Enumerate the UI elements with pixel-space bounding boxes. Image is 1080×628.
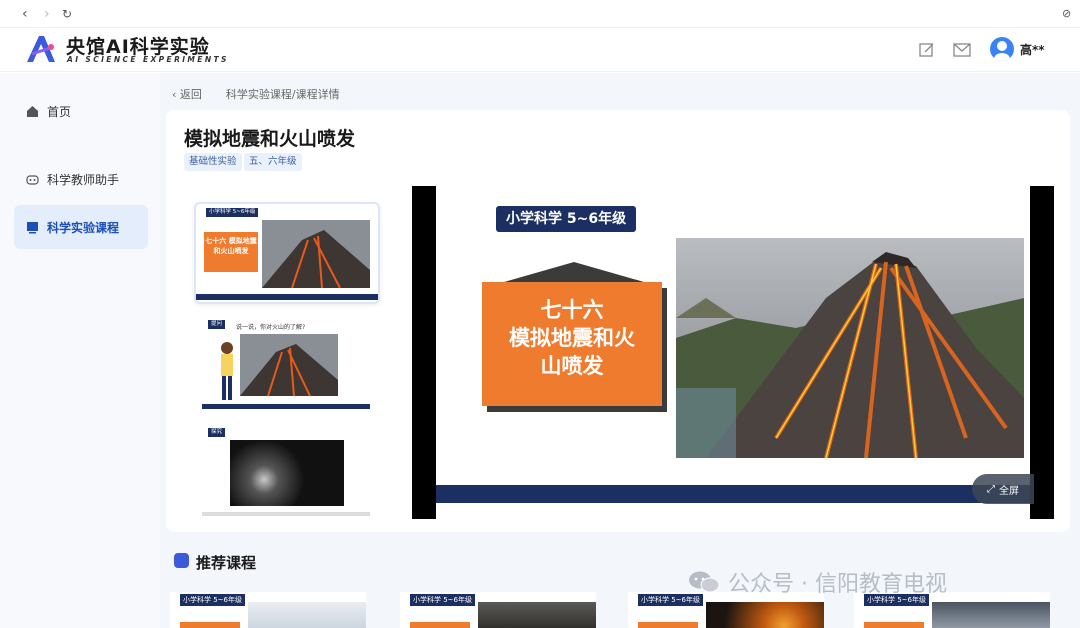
fullscreen-button[interactable]: ⤢ 全屏 — [972, 474, 1034, 504]
tag-badge: 基础性实验 — [184, 153, 242, 171]
extension-icon[interactable]: ⊘ — [1062, 7, 1071, 20]
sidebar-item-label: 科学实验课程 — [47, 220, 120, 235]
card-image — [932, 602, 1050, 628]
fullscreen-label: 全屏 — [999, 485, 1019, 497]
slide-thumbnail-1[interactable]: 小学科学 5~6年级 七十六 模拟地震和火山喷发 — [194, 202, 380, 304]
card-image — [248, 602, 366, 628]
recommended-course-card[interactable]: 小学科学 5~6年级 — [170, 592, 366, 628]
tag-badge: 五、六年级 — [244, 153, 302, 171]
wechat-icon — [689, 571, 720, 593]
slide-content: 小学科学 5~6年级 七十六 模拟地震和火 山喷发 — [436, 186, 1030, 519]
slide-thumbnail-3[interactable]: 探究 — [194, 426, 380, 518]
breadcrumb: ‹ 返回 科学实验课程/课程详情 — [172, 86, 340, 102]
thumb-badge: 提问 — [208, 320, 226, 329]
edit-icon[interactable] — [918, 42, 936, 58]
volcano-image — [262, 220, 370, 288]
thumb-footer — [196, 294, 378, 300]
recommended-course-card[interactable]: 小学科学 5~6年级 — [400, 592, 596, 628]
sidebar-item-label: 科学教师助手 — [47, 172, 120, 187]
home-icon — [27, 105, 38, 117]
sidebar: 首页 科学教师助手 科学实验课程 — [0, 73, 160, 628]
card-title-decoration — [638, 622, 698, 628]
slide-title-line: 模拟地震和火 — [509, 326, 635, 350]
thumb-footer — [202, 404, 370, 409]
watermark: 公众号 · 信阳教育电视 — [688, 566, 947, 598]
logo-icon — [27, 36, 55, 62]
page-title: 模拟地震和火山喷发 — [184, 128, 356, 150]
reload-icon[interactable]: ↻ — [62, 7, 72, 21]
volcano-image — [676, 238, 1024, 458]
app-subtitle: AI SCIENCE EXPERIMENTS — [67, 55, 229, 64]
back-label: 返回 — [179, 88, 202, 101]
thumb-badge: 小学科学 5~6年级 — [206, 208, 259, 217]
thumb-title: 七十六 模拟地震和火山喷发 — [204, 232, 258, 272]
slide-grade-badge: 小学科学 5~6年级 — [496, 206, 637, 232]
back-arrow-icon[interactable]: ‹ — [22, 6, 28, 22]
sidebar-item-teacher-assistant[interactable]: 科学教师助手 — [14, 157, 148, 201]
slide-footer-bar — [436, 485, 1030, 503]
thumb-footer — [202, 512, 370, 516]
forward-arrow-icon[interactable]: › — [44, 6, 50, 22]
card-image — [478, 602, 596, 628]
mail-icon[interactable] — [953, 42, 971, 58]
user-name[interactable]: 高** — [1020, 41, 1045, 58]
avatar[interactable] — [990, 37, 1014, 61]
card-title-decoration — [180, 622, 240, 628]
volcano-image — [240, 334, 338, 396]
card-badge: 小学科学 5~6年级 — [180, 594, 245, 606]
expand-icon: ⤢ — [987, 483, 995, 495]
card-title-decoration — [410, 622, 470, 628]
robot-icon — [26, 174, 39, 185]
app-header: 央馆AI科学实验 AI SCIENCE EXPERIMENTS 高** — [0, 28, 1080, 72]
card-title-decoration — [864, 622, 924, 628]
sidebar-item-courses[interactable]: 科学实验课程 — [14, 205, 148, 249]
course-icon — [27, 221, 38, 233]
slide-title: 七十六 模拟地震和火 山喷发 — [482, 282, 662, 406]
card-image — [706, 602, 824, 628]
watermark-text: 公众号 · 信阳教育电视 — [728, 572, 947, 597]
card-badge: 小学科学 5~6年级 — [410, 594, 475, 606]
slide-title-line: 七十六 — [540, 298, 604, 322]
recommend-icon — [174, 553, 189, 568]
slide-thumbnail-2[interactable]: 提问 说一说，你对火山的了解? — [194, 318, 380, 414]
thumb-caption: 说一说，你对火山的了解? — [236, 324, 306, 331]
back-link[interactable]: ‹ 返回 — [172, 86, 202, 102]
teacher-illustration — [221, 342, 233, 400]
section-title: 推荐课程 — [196, 554, 257, 572]
planet-image — [230, 440, 344, 506]
slide-roof-decoration — [504, 262, 644, 282]
slide-viewer[interactable]: 小学科学 5~6年级 七十六 模拟地震和火 山喷发 ⤢ 全屏 — [412, 186, 1054, 519]
breadcrumb-path: 科学实验课程/课程详情 — [225, 88, 340, 101]
sidebar-item-home[interactable]: 首页 — [14, 89, 148, 133]
thumb-badge: 探究 — [208, 428, 226, 437]
browser-toolbar: ‹ › ↻ ⊘ — [0, 0, 1080, 28]
sidebar-item-label: 首页 — [47, 104, 72, 119]
slide-title-line: 山喷发 — [540, 354, 604, 378]
